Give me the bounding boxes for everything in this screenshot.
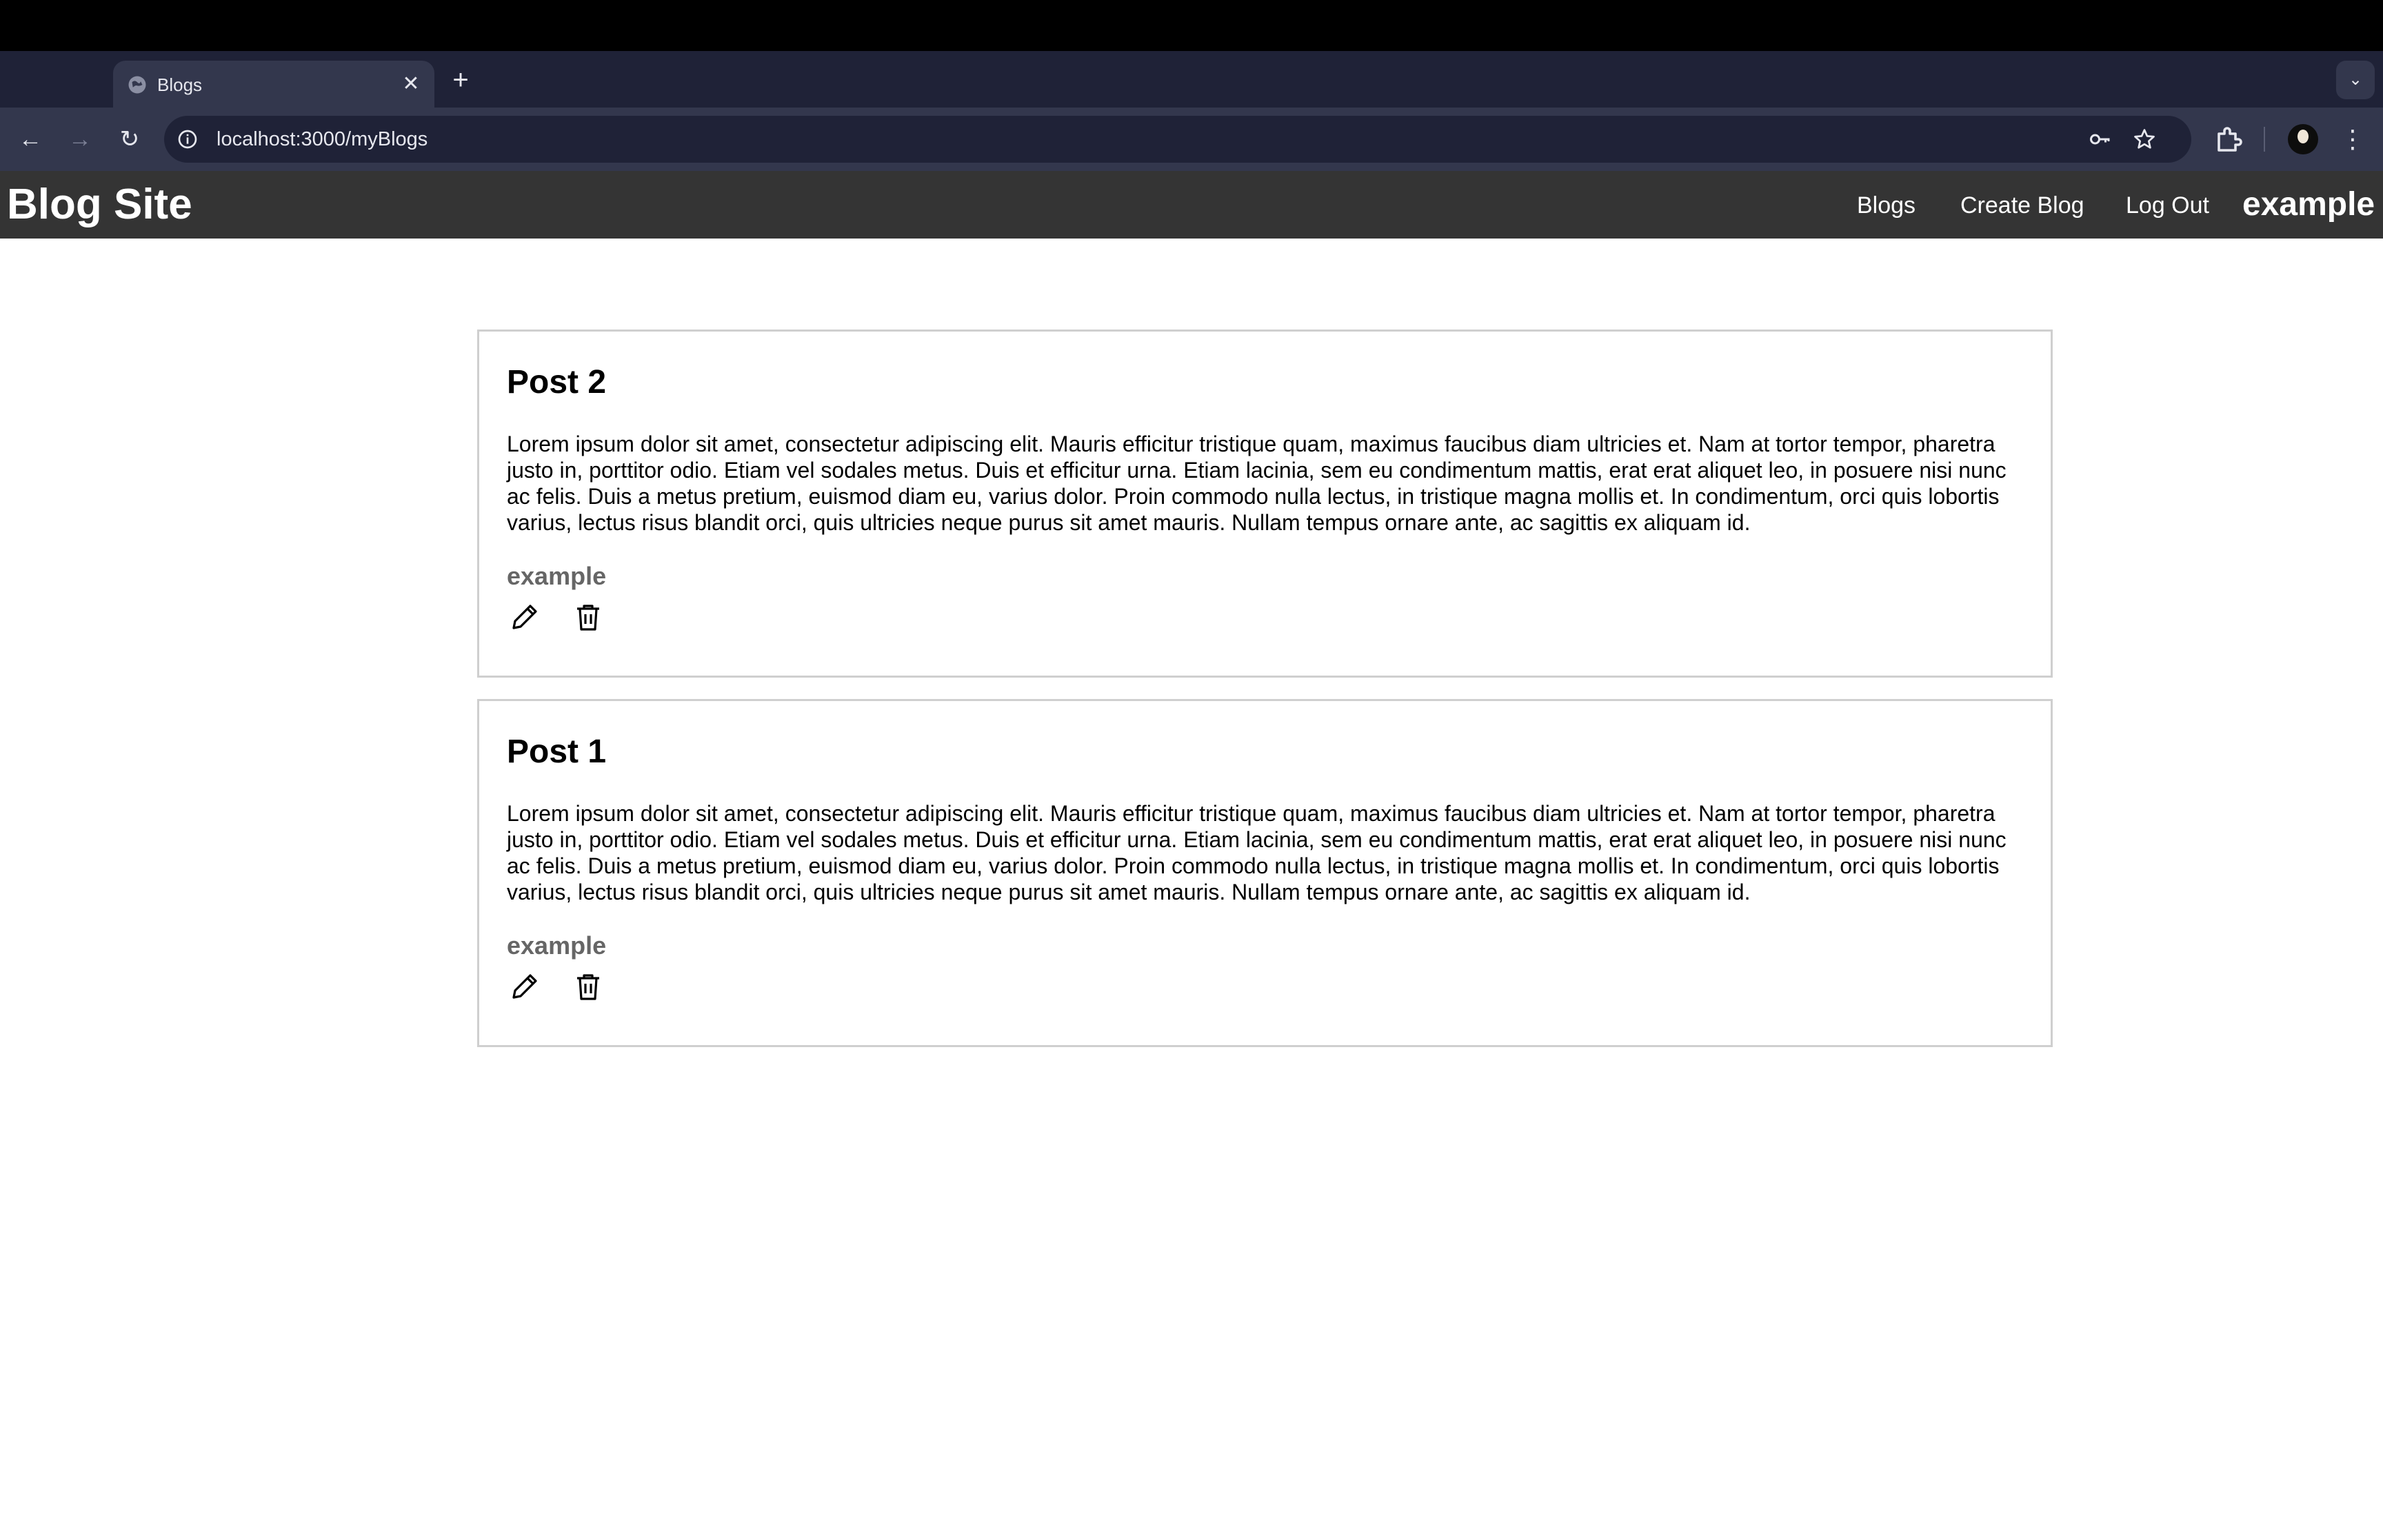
- back-arrow-icon: ←: [19, 126, 42, 152]
- info-icon[interactable]: [177, 128, 199, 150]
- forward-arrow-icon: →: [68, 126, 92, 152]
- more-vert-icon: ⋮: [2340, 125, 2365, 153]
- post-card: Post 1 Lorem ipsum dolor sit amet, conse…: [477, 699, 2053, 1047]
- address-bar[interactable]: localhost:3000/myBlogs: [164, 116, 2191, 163]
- pencil-icon[interactable]: [508, 970, 541, 1003]
- browser-menu-button[interactable]: ⋮: [2336, 123, 2369, 156]
- post-title: Post 1: [507, 733, 607, 770]
- avatar[interactable]: [2288, 124, 2318, 154]
- pencil-icon[interactable]: [508, 600, 541, 634]
- globe-icon: [128, 76, 146, 94]
- reload-button[interactable]: ↻: [113, 123, 146, 156]
- browser-toolbar: ← → ↻ localhost:3000/myBlogs ⋮: [0, 108, 2383, 171]
- post-author: example: [507, 931, 607, 960]
- post-author: example: [507, 562, 607, 590]
- forward-button[interactable]: →: [63, 123, 97, 156]
- puzzle-icon[interactable]: [2212, 123, 2245, 156]
- tab-search-button[interactable]: ⌄: [2336, 61, 2375, 99]
- post-body: Lorem ipsum dolor sit amet, consectetur …: [507, 432, 2007, 535]
- star-icon[interactable]: [2132, 127, 2157, 152]
- app-navbar: Blog Site Blogs Create Blog Log Out exam…: [0, 171, 2383, 239]
- address-url[interactable]: localhost:3000/myBlogs: [217, 128, 428, 151]
- browser-tab-strip: Blogs ✕ + ⌄: [0, 51, 2383, 108]
- chevron-down-icon: ⌄: [2348, 70, 2363, 89]
- tab-close-icon[interactable]: ✕: [400, 73, 422, 95]
- toolbar-divider: [2264, 127, 2265, 152]
- key-icon[interactable]: [2088, 127, 2113, 152]
- post-body: Lorem ipsum dolor sit amet, consectetur …: [507, 801, 2007, 904]
- browser-tab[interactable]: Blogs ✕: [113, 61, 434, 108]
- post-title: Post 2: [507, 364, 607, 401]
- reload-icon: ↻: [119, 126, 140, 152]
- brand-logo[interactable]: Blog Site: [7, 183, 192, 226]
- back-button[interactable]: ←: [14, 123, 47, 156]
- new-tab-button[interactable]: +: [447, 66, 474, 94]
- trash-icon[interactable]: [572, 600, 605, 634]
- nav-link-log-out[interactable]: Log Out: [2126, 192, 2209, 219]
- nav-user-name[interactable]: example: [2242, 186, 2375, 223]
- nav-link-create-blog[interactable]: Create Blog: [1960, 192, 2084, 219]
- tab-title: Blogs: [157, 74, 203, 95]
- nav-link-blogs[interactable]: Blogs: [1857, 192, 1916, 219]
- post-card: Post 2 Lorem ipsum dolor sit amet, conse…: [477, 330, 2053, 678]
- window-top-bar: [0, 0, 2383, 51]
- trash-icon[interactable]: [572, 970, 605, 1003]
